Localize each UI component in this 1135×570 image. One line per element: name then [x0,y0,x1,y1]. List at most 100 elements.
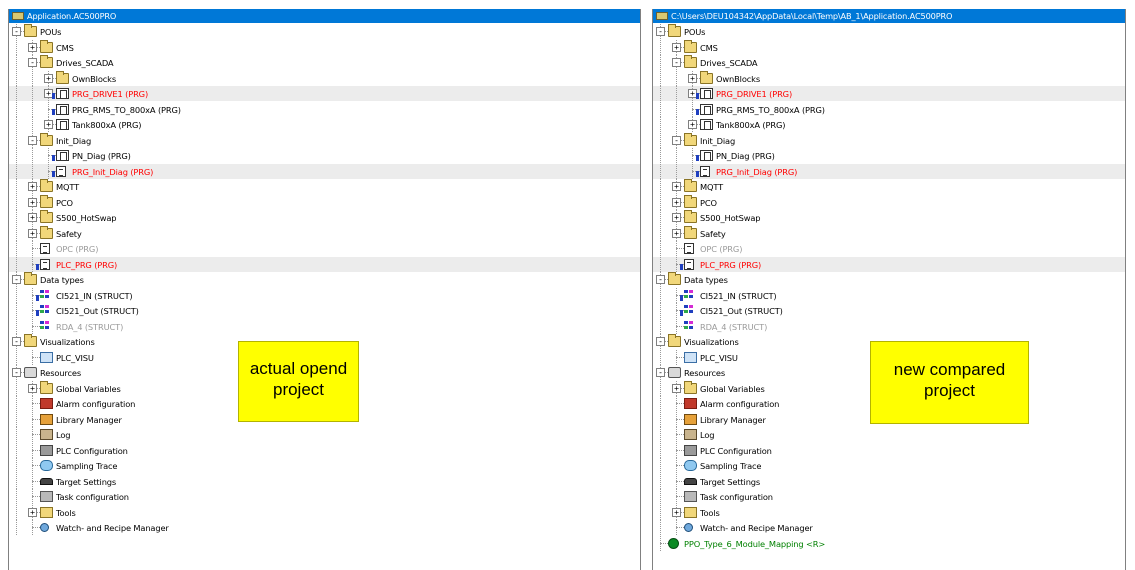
collapse-toggle[interactable]: - [656,275,665,284]
tree-node-prg-rms-to-800xa-prg[interactable]: PRG_RMS_TO_800xA (PRG) [9,101,640,117]
tree-node-pous[interactable]: - POUs [653,24,1125,39]
tree-node-watch-and-recipe-manager[interactable]: Watch- and Recipe Manager [9,520,640,535]
tree-node-rda-4-struct[interactable]: RDA_4 (STRUCT) [653,318,1125,334]
expand-toggle[interactable]: + [672,383,681,393]
tree-node-log[interactable]: Log [653,427,1125,442]
tree-node-cms[interactable]: + CMS [9,39,640,55]
program-icon [700,165,710,177]
expand-toggle[interactable]: + [672,197,681,207]
expand-toggle[interactable]: + [28,213,37,222]
collapse-toggle[interactable]: - [12,337,21,346]
tree-node-ci521-out-struct[interactable]: CI521_Out (STRUCT) [9,303,640,318]
tree-node-target-settings[interactable]: Target Settings [653,473,1125,489]
tree-node-mqtt[interactable]: + MQTT [653,179,1125,194]
tree-node-task-configuration[interactable]: Task configuration [9,489,640,504]
tree-node-sampling-trace[interactable]: Sampling Trace [653,458,1125,473]
collapse-toggle[interactable]: - [28,135,37,145]
tree-node-ci521-in-struct[interactable]: CI521_IN (STRUCT) [9,287,640,303]
tree-node-tank800xa-prg[interactable]: + Tank800xA (PRG) [653,117,1125,132]
tree-node-cms[interactable]: + CMS [653,39,1125,55]
expand-toggle[interactable]: + [688,73,697,83]
tree-node-data-types[interactable]: - Data types [9,272,640,287]
tree-node-ci521-in-struct[interactable]: CI521_IN (STRUCT) [653,287,1125,303]
tree-node-tools[interactable]: + Tools [9,504,640,520]
tree-node-plc-configuration[interactable]: PLC Configuration [9,442,640,458]
tree-node-safety[interactable]: + Safety [653,225,1125,241]
expand-toggle[interactable]: + [28,228,37,238]
tree-connector-line [16,70,17,86]
expand-toggle[interactable]: + [28,182,37,191]
visualization-icon [40,351,53,363]
tree-node-pn-diag-prg[interactable]: PN_Diag (PRG) [9,148,640,163]
tree-node-tank800xa-prg[interactable]: + Tank800xA (PRG) [9,117,640,132]
tree-node-watch-and-recipe-manager[interactable]: Watch- and Recipe Manager [653,520,1125,535]
tree-connector-line [16,427,17,442]
tree-node-init-diag[interactable]: - Init_Diag [9,132,640,148]
tree-node-log[interactable]: Log [9,427,640,442]
tree-node-task-configuration[interactable]: Task configuration [653,489,1125,504]
tree-node-pous[interactable]: - POUs [9,24,640,39]
tree-node-init-diag[interactable]: - Init_Diag [653,132,1125,148]
tree-connector-line [692,163,693,179]
left-root-node[interactable]: Application.AC500PRO [9,9,640,23]
expand-toggle[interactable]: + [688,120,697,129]
tree-node-plc-prg-prg[interactable]: PLC_PRG (PRG) [653,256,1125,272]
tree-node-prg-rms-to-800xa-prg[interactable]: PRG_RMS_TO_800xA (PRG) [653,101,1125,117]
tree-connector-line [32,256,33,272]
tree-connector-line [676,241,677,256]
tree-node-target-settings[interactable]: Target Settings [9,473,640,489]
tree-node-prg-drive1-prg[interactable]: + PRG_DRIVE1 (PRG) [653,86,1125,101]
tree-node-ppo-type-6-module-mapping-r[interactable]: PPO_Type_6_Module_Mapping <R> [653,535,1125,551]
collapse-toggle[interactable]: - [656,27,665,36]
tree-node-prg-init-diag-prg[interactable]: PRG_Init_Diag (PRG) [653,163,1125,179]
tree-node-pn-diag-prg[interactable]: PN_Diag (PRG) [653,148,1125,163]
tree-node-pco[interactable]: + PCO [653,194,1125,210]
tree-node-rda-4-struct[interactable]: RDA_4 (STRUCT) [9,318,640,334]
tree-node-drives-scada[interactable]: - Drives_SCADA [9,55,640,70]
tree-node-opc-prg[interactable]: OPC (PRG) [9,241,640,256]
expand-toggle[interactable]: + [44,73,53,83]
expand-toggle[interactable]: + [28,197,37,207]
expand-toggle[interactable]: + [672,42,681,52]
tree-connector-line [660,489,661,504]
tree-node-ci521-out-struct[interactable]: CI521_Out (STRUCT) [653,303,1125,318]
tree-node-plc-prg-prg[interactable]: PLC_PRG (PRG) [9,256,640,272]
tree-node-plc-configuration[interactable]: PLC Configuration [653,442,1125,458]
expand-toggle[interactable]: + [672,213,681,222]
expand-toggle[interactable]: + [672,182,681,191]
expand-toggle[interactable]: + [28,42,37,52]
tree-node-safety[interactable]: + Safety [9,225,640,241]
expand-toggle[interactable]: + [672,228,681,238]
tree-node-pco[interactable]: + PCO [9,194,640,210]
collapse-toggle[interactable]: - [12,275,21,284]
tree-node-tools[interactable]: + Tools [653,504,1125,520]
collapse-toggle[interactable]: - [672,135,681,145]
collapse-toggle[interactable]: - [28,58,37,67]
collapse-toggle[interactable]: - [672,58,681,67]
tree-node-ownblocks[interactable]: + OwnBlocks [653,70,1125,86]
collapse-toggle[interactable]: - [656,337,665,346]
tree-node-opc-prg[interactable]: OPC (PRG) [653,241,1125,256]
tree-node-drives-scada[interactable]: - Drives_SCADA [653,55,1125,70]
data-type-icon [684,305,697,316]
tree-node-label: Init_Diag [700,135,736,146]
tree-node-label: OwnBlocks [72,73,116,84]
expand-toggle[interactable]: + [28,507,37,517]
tree-node-ownblocks[interactable]: + OwnBlocks [9,70,640,86]
task-icon [40,491,53,502]
tree-node-data-types[interactable]: - Data types [653,272,1125,287]
collapse-toggle[interactable]: - [12,368,21,377]
right-root-node[interactable]: C:\Users\DEU104342\AppData\Local\Temp\AB… [653,9,1125,23]
tree-node-s500-hotswap[interactable]: + S500_HotSwap [653,210,1125,225]
expand-toggle[interactable]: + [28,383,37,393]
expand-toggle[interactable]: + [44,120,53,129]
tree-node-sampling-trace[interactable]: Sampling Trace [9,458,640,473]
tree-node-mqtt[interactable]: + MQTT [9,179,640,194]
collapse-toggle[interactable]: - [12,27,21,36]
expand-toggle[interactable]: + [672,507,681,517]
collapse-toggle[interactable]: - [656,368,665,377]
tree-node-prg-init-diag-prg[interactable]: PRG_Init_Diag (PRG) [9,163,640,179]
tools-icon [40,506,53,518]
tree-node-prg-drive1-prg[interactable]: + PRG_DRIVE1 (PRG) [9,86,640,101]
tree-node-s500-hotswap[interactable]: + S500_HotSwap [9,210,640,225]
